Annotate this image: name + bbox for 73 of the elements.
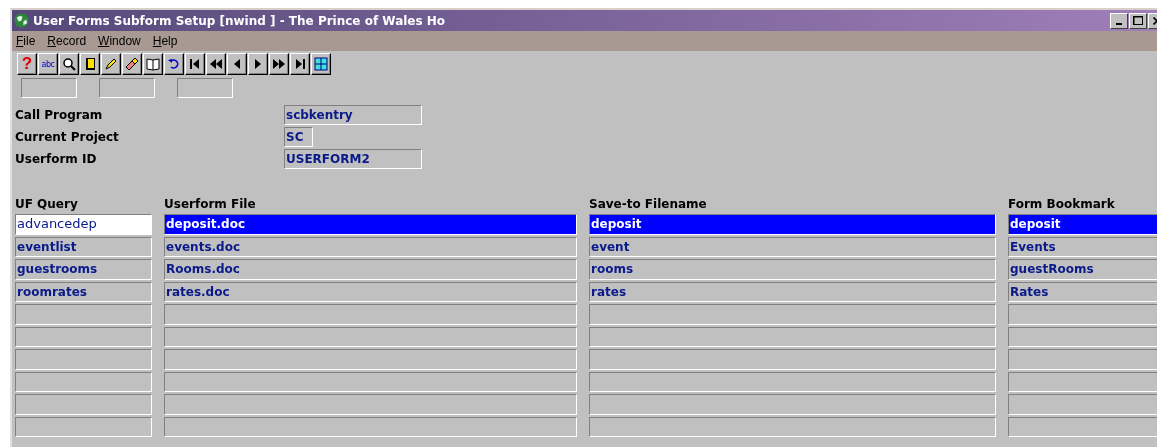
table-cell[interactable]: rates.doc [164, 281, 577, 302]
minimize-button[interactable] [1110, 12, 1128, 29]
table-cell[interactable] [15, 416, 152, 437]
table-cell[interactable] [164, 394, 577, 415]
field-label: Userform ID [15, 151, 97, 168]
column-header: Save-to Filename [589, 196, 708, 212]
field-label: Current Project [15, 129, 119, 146]
column-header: Form Bookmark [1008, 196, 1116, 212]
table-cell[interactable] [1008, 416, 1157, 437]
undo-icon[interactable] [164, 53, 184, 75]
input-field[interactable]: scbkentry [284, 105, 422, 125]
menu-item[interactable]: Record [47, 34, 87, 48]
search-icon[interactable] [59, 53, 79, 75]
minimize-icon [1116, 22, 1122, 25]
note-icon[interactable] [80, 53, 100, 75]
table-cell[interactable]: roomrates [15, 281, 152, 302]
table-cell[interactable]: deposit [1008, 214, 1157, 235]
input-field[interactable] [99, 78, 155, 98]
maximize-button[interactable] [1129, 12, 1147, 29]
table-cell[interactable] [15, 349, 152, 370]
input-field[interactable]: USERFORM2 [284, 149, 422, 169]
table-cell[interactable]: guestrooms [15, 259, 152, 280]
table-cell[interactable] [15, 394, 152, 415]
table-cell[interactable] [15, 371, 152, 392]
menu-item[interactable]: Window [98, 34, 141, 48]
menu-item[interactable]: Help [152, 34, 178, 48]
menu-item[interactable]: File [16, 34, 36, 48]
column-header: UF Query [15, 196, 79, 212]
table-cell[interactable]: rooms [589, 259, 996, 280]
table-cell[interactable]: rates [589, 281, 996, 302]
table-cell[interactable] [164, 349, 577, 370]
table-cell[interactable] [589, 349, 996, 370]
column-header: Userform File [164, 196, 257, 212]
maximize-icon [1132, 15, 1144, 26]
input-field[interactable] [177, 78, 233, 98]
table-cell[interactable]: Rates [1008, 281, 1157, 302]
table-cell[interactable] [589, 304, 996, 325]
table-cell[interactable]: Events [1008, 236, 1157, 257]
table-cell[interactable] [589, 371, 996, 392]
last-record-icon[interactable] [290, 53, 310, 75]
table-cell[interactable]: deposit [589, 214, 996, 235]
table-cell[interactable] [589, 416, 996, 437]
grid-icon[interactable] [311, 53, 331, 75]
window-title: User Forms Subform Setup [nwind ] - The Prince of Wales Ho [33, 13, 446, 28]
table-cell[interactable]: guestRooms [1008, 259, 1157, 280]
table-cell[interactable]: events.doc [164, 236, 577, 257]
table-cell[interactable] [1008, 349, 1157, 370]
table-cell[interactable] [1008, 371, 1157, 392]
table-cell[interactable]: event [589, 236, 996, 257]
first-record-icon[interactable] [185, 53, 205, 75]
book-icon[interactable] [143, 53, 163, 75]
highlighter-icon[interactable] [101, 53, 121, 75]
field-label: Call Program [15, 107, 103, 124]
table-cell[interactable] [15, 304, 152, 325]
table-cell[interactable] [589, 394, 996, 415]
input-field[interactable]: SC [284, 127, 313, 147]
globe-icon [14, 13, 29, 28]
table-cell[interactable]: Rooms.doc [164, 259, 577, 280]
table-cell[interactable] [1008, 304, 1157, 325]
spellcheck-button[interactable]: abc [38, 53, 58, 75]
table-cell[interactable] [164, 304, 577, 325]
table-cell[interactable] [164, 326, 577, 347]
table-cell[interactable] [164, 416, 577, 437]
table-cell[interactable] [164, 371, 577, 392]
eraser-icon[interactable] [122, 53, 142, 75]
table-cell[interactable]: deposit.doc [164, 214, 577, 235]
table-cell[interactable] [15, 326, 152, 347]
table-cell[interactable] [1008, 394, 1157, 415]
table-cell[interactable] [589, 326, 996, 347]
table-cell[interactable]: eventlist [15, 236, 152, 257]
input-field[interactable] [21, 78, 77, 98]
table-cell[interactable] [1008, 326, 1157, 347]
table-cell[interactable]: advancedep [15, 214, 152, 235]
